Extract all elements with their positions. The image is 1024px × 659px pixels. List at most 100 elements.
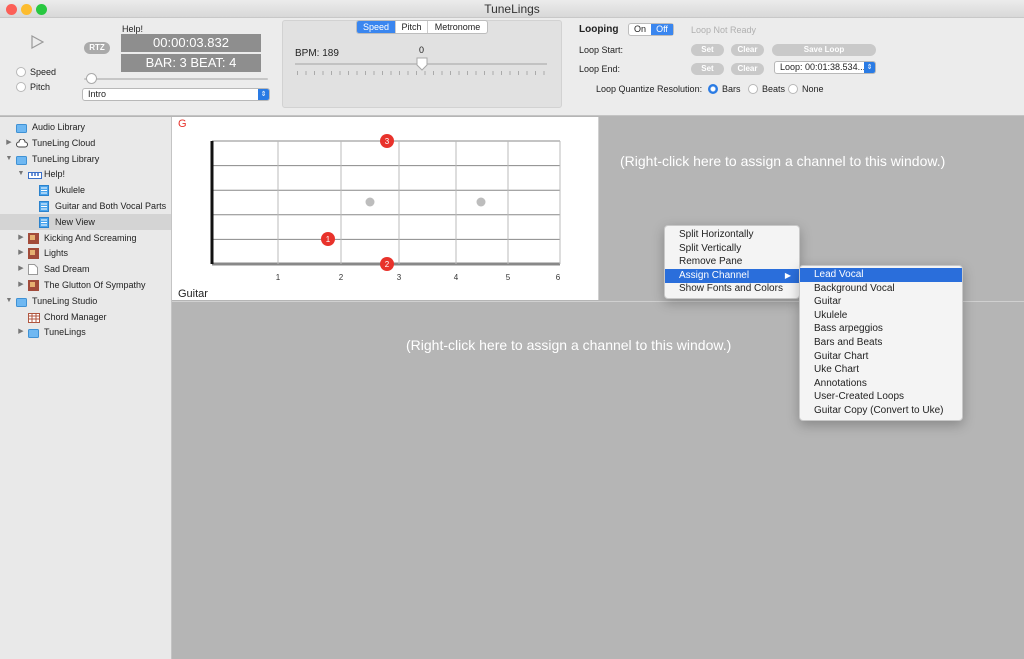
play-icon[interactable] bbox=[30, 35, 44, 49]
sidebar-item-label: Guitar and Both Vocal Parts bbox=[55, 201, 167, 211]
save-loop-button[interactable]: Save Loop bbox=[772, 44, 876, 56]
loop-start-set-button[interactable]: Set bbox=[691, 44, 724, 56]
position-slider-track[interactable] bbox=[84, 78, 268, 80]
chord-chart-pane[interactable]: G 123456312 Guitar bbox=[172, 117, 598, 300]
disclosure-closed-icon[interactable]: ▶ bbox=[17, 261, 25, 277]
sidebar-item-label: TuneLing Studio bbox=[32, 295, 98, 306]
channel-menu-item[interactable]: Lead Vocal bbox=[800, 268, 962, 282]
loop-select[interactable]: Loop: 00:01:38.534... ⇕ bbox=[774, 61, 876, 74]
quantize-beats-radio[interactable] bbox=[748, 84, 758, 94]
quantize-none-radio[interactable] bbox=[788, 84, 798, 94]
sidebar-item[interactable]: ▶ Lights bbox=[0, 245, 171, 261]
view-icon bbox=[39, 185, 50, 197]
sidebar-item[interactable]: ▼ TuneLing Library bbox=[0, 151, 171, 167]
tab-speed[interactable]: Speed bbox=[357, 21, 395, 33]
context-menu-item[interactable]: Remove Pane bbox=[665, 255, 799, 269]
zoom-window-button[interactable] bbox=[36, 4, 47, 15]
context-menu-item[interactable]: Assign Channel ▶ bbox=[665, 268, 799, 283]
assign-channel-hint: (Right-click here to assign a channel to… bbox=[620, 153, 946, 169]
sidebar-item[interactable]: ▶ TuneLings bbox=[0, 324, 171, 340]
tab-pitch[interactable]: Pitch bbox=[395, 21, 427, 33]
channel-menu-item[interactable]: User-Created Loops bbox=[800, 390, 962, 404]
loop-end-clear-button[interactable]: Clear bbox=[731, 63, 764, 75]
channel-menu-item[interactable]: Background Vocal bbox=[800, 282, 962, 296]
close-window-button[interactable] bbox=[6, 4, 17, 15]
sidebar-item[interactable]: Chord Manager bbox=[0, 309, 171, 325]
sidebar-item[interactable]: ▼ TuneLing Studio bbox=[0, 293, 171, 309]
channel-menu-item[interactable]: Bars and Beats bbox=[800, 336, 962, 350]
title-bar: TuneLings bbox=[0, 0, 1024, 18]
tempo-segmented-control: Speed Pitch Metronome bbox=[356, 20, 488, 34]
sidebar-item[interactable]: ▼ Help! bbox=[0, 166, 171, 182]
chord-manager-icon bbox=[28, 312, 40, 323]
finger-number: 3 bbox=[385, 137, 390, 146]
minimize-window-button[interactable] bbox=[21, 4, 32, 15]
sidebar-item-label: Help! bbox=[44, 169, 66, 180]
sidebar-item[interactable]: ▶ The Glutton Of Sympathy bbox=[0, 277, 171, 293]
disclosure-closed-icon[interactable]: ▶ bbox=[17, 245, 25, 261]
tab-metronome[interactable]: Metronome bbox=[427, 21, 487, 33]
view-icon bbox=[39, 216, 50, 228]
sidebar-item-label: Ukulele bbox=[55, 185, 86, 196]
speed-radio[interactable] bbox=[16, 67, 26, 77]
loop-select-value: Loop: 00:01:38.534... bbox=[780, 62, 866, 72]
quantize-bars-radio[interactable] bbox=[708, 84, 718, 94]
sidebar-item-label: Sad Dream bbox=[44, 264, 90, 275]
quantize-label: Loop Quantize Resolution: bbox=[596, 84, 703, 94]
channel-menu-item[interactable]: Ukulele bbox=[800, 309, 962, 323]
loop-on-button[interactable]: On bbox=[629, 24, 651, 35]
finger-number: 2 bbox=[385, 260, 390, 269]
channel-menu-item[interactable]: Guitar Chart bbox=[800, 350, 962, 364]
sidebar-item[interactable]: ▶ TuneLing Cloud bbox=[0, 135, 171, 151]
fretboard-diagram: 1 2 3 4 5 6312 bbox=[210, 134, 561, 282]
sidebar-item[interactable]: Audio Library bbox=[0, 119, 171, 135]
loop-end-set-button[interactable]: Set bbox=[691, 63, 724, 75]
looping-label: Looping bbox=[579, 24, 619, 35]
channel-menu-item[interactable]: Annotations bbox=[800, 377, 962, 391]
loop-start-clear-button[interactable]: Clear bbox=[731, 44, 764, 56]
folder-icon bbox=[16, 154, 27, 165]
menu-item-label: Remove Pane bbox=[679, 256, 743, 268]
sidebar-item[interactable]: Ukulele bbox=[0, 182, 171, 198]
disclosure-closed-icon[interactable]: ▶ bbox=[5, 135, 13, 151]
disclosure-closed-icon[interactable]: ▶ bbox=[17, 230, 25, 246]
tempo-panel: Speed Pitch Metronome BPM: 189 0 bbox=[282, 20, 562, 108]
context-menu-item[interactable]: Show Fonts and Colors bbox=[665, 282, 799, 296]
instrument-label: Guitar bbox=[178, 288, 208, 300]
fret-number: 3 bbox=[397, 273, 402, 282]
disclosure-closed-icon[interactable]: ▶ bbox=[17, 324, 25, 340]
fret-marker-dot bbox=[476, 197, 486, 207]
section-select-value: Intro bbox=[88, 89, 107, 99]
channel-menu-item[interactable]: Bass arpeggios bbox=[800, 322, 962, 336]
context-menu-item[interactable]: Split Horizontally bbox=[665, 228, 799, 242]
channel-menu-item[interactable]: Guitar Copy (Convert to Uke) bbox=[800, 404, 962, 418]
quantize-beats-label: Beats bbox=[762, 84, 786, 94]
context-menu-item[interactable]: Split Vertically bbox=[665, 242, 799, 256]
disclosure-open-icon[interactable]: ▼ bbox=[17, 166, 25, 182]
channel-menu-item[interactable]: Guitar bbox=[800, 295, 962, 309]
chevron-updown-icon: ⇕ bbox=[258, 89, 269, 100]
fret-marker-dot bbox=[365, 197, 375, 207]
disclosure-closed-icon[interactable]: ▶ bbox=[17, 277, 25, 293]
channel-menu-item[interactable]: Uke Chart bbox=[800, 363, 962, 377]
tempo-slider-thumb[interactable] bbox=[416, 57, 428, 71]
loop-status: Loop Not Ready bbox=[691, 25, 757, 35]
chevron-updown-icon: ⇕ bbox=[864, 62, 875, 73]
sidebar-item[interactable]: ▶ Sad Dream bbox=[0, 261, 171, 277]
rtz-button[interactable]: RTZ bbox=[84, 42, 110, 54]
sidebar-item[interactable]: New View bbox=[0, 213, 171, 230]
menu-item-label: Assign Channel bbox=[679, 269, 750, 281]
fret-number: 6 bbox=[556, 273, 561, 282]
sidebar-item[interactable]: ▶ Kicking And Screaming bbox=[0, 230, 171, 246]
section-select[interactable]: Intro ⇕ bbox=[82, 88, 270, 101]
finger-number: 1 bbox=[326, 235, 331, 244]
loop-off-button[interactable]: Off bbox=[651, 24, 673, 35]
fret-number: 1 bbox=[276, 273, 281, 282]
position-slider-thumb[interactable] bbox=[86, 73, 97, 84]
sidebar-item[interactable]: Guitar and Both Vocal Parts bbox=[0, 198, 171, 214]
assign-channel-hint: (Right-click here to assign a channel to… bbox=[406, 337, 732, 353]
loop-start-label: Loop Start: bbox=[579, 45, 624, 55]
disclosure-open-icon[interactable]: ▼ bbox=[5, 293, 13, 309]
pitch-radio[interactable] bbox=[16, 82, 26, 92]
disclosure-open-icon[interactable]: ▼ bbox=[5, 151, 13, 167]
